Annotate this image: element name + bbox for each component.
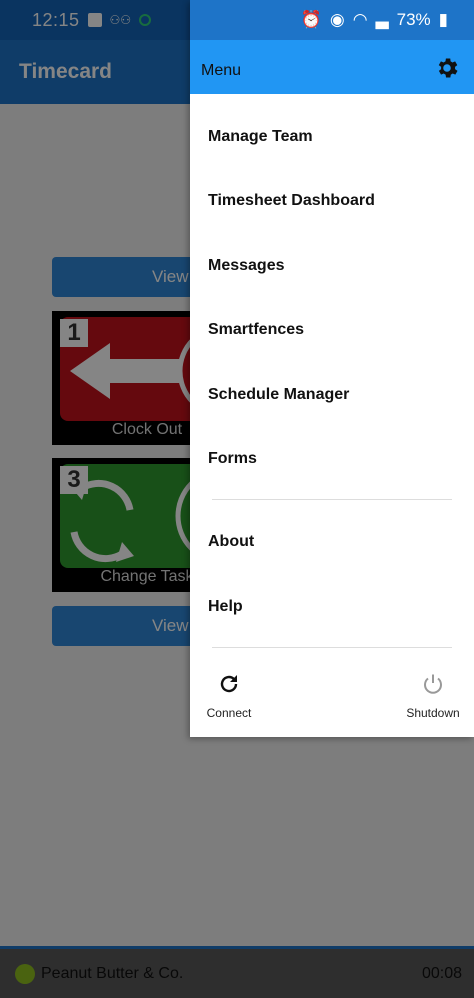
shutdown-button[interactable]: Shutdown bbox=[400, 672, 466, 720]
menu-item-help[interactable]: Help bbox=[208, 598, 243, 616]
alarm-icon: ⏰ bbox=[300, 10, 322, 29]
battery-icon: ▮ bbox=[438, 10, 448, 29]
signal-icon: ▃ bbox=[375, 10, 389, 29]
menu-item-manage-team[interactable]: Manage Team bbox=[208, 128, 313, 146]
navigation-drawer: Menu Manage Team Timesheet Dashboard Mes… bbox=[190, 0, 474, 737]
menu-item-forms[interactable]: Forms bbox=[208, 450, 257, 468]
shutdown-label: Shutdown bbox=[406, 706, 460, 720]
menu-item-smartfences[interactable]: Smartfences bbox=[208, 321, 304, 339]
location-icon: ◉ bbox=[329, 10, 345, 29]
menu-item-schedule-manager[interactable]: Schedule Manager bbox=[208, 386, 349, 404]
menu-divider bbox=[212, 499, 452, 500]
drawer-title: Menu bbox=[201, 62, 242, 79]
connect-label: Connect bbox=[206, 706, 252, 720]
battery-level: 73% bbox=[396, 10, 431, 29]
power-icon bbox=[424, 674, 442, 694]
drawer-header: Menu bbox=[190, 40, 474, 94]
status-right-icons: ⏰ ◉ ◠ ▃ 73% ▮ bbox=[301, 0, 448, 40]
connect-button[interactable]: Connect bbox=[204, 672, 254, 720]
gear-icon[interactable] bbox=[434, 55, 460, 81]
menu-item-timesheet-dashboard[interactable]: Timesheet Dashboard bbox=[208, 192, 375, 210]
menu-divider bbox=[212, 647, 452, 648]
wifi-icon: ◠ bbox=[352, 10, 368, 29]
menu-item-messages[interactable]: Messages bbox=[208, 257, 285, 275]
menu-item-about[interactable]: About bbox=[208, 533, 254, 551]
refresh-icon bbox=[220, 675, 238, 693]
